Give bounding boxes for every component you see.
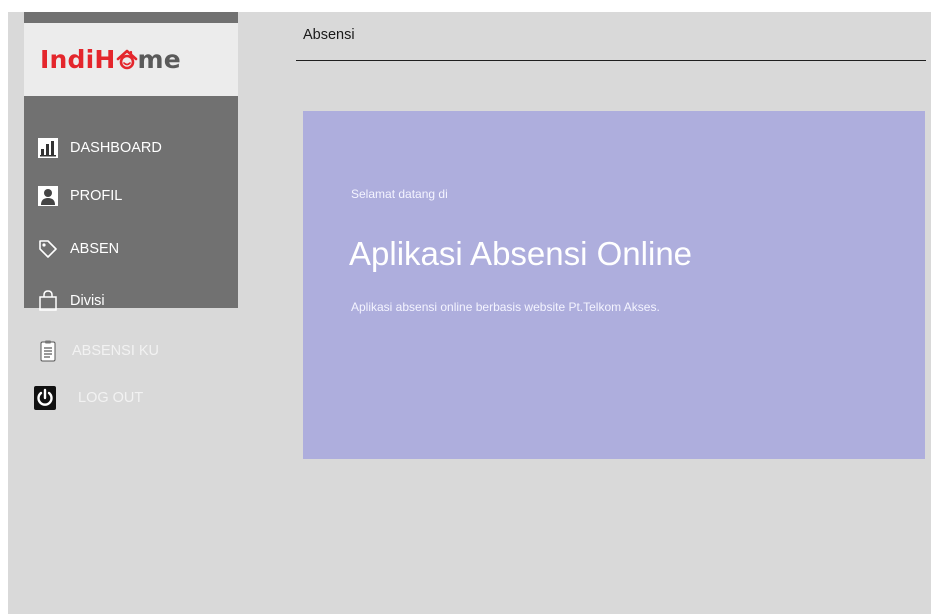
welcome-title: Aplikasi Absensi Online bbox=[349, 235, 693, 272]
user-icon bbox=[38, 186, 58, 206]
sidebar-item-profil[interactable]: PROFIL bbox=[38, 184, 122, 208]
sidebar-item-logout[interactable]: LOG OUT bbox=[34, 386, 143, 410]
logo-container[interactable]: IndiH me bbox=[24, 23, 238, 96]
shopping-bag-icon bbox=[38, 290, 58, 311]
clipboard-icon bbox=[38, 340, 58, 362]
sidebar-item-divisi[interactable]: Divisi bbox=[38, 289, 105, 313]
power-icon bbox=[34, 386, 56, 410]
page-title: Absensi bbox=[303, 27, 355, 43]
tag-icon bbox=[38, 239, 58, 259]
sidebar-item-absen[interactable]: ABSEN bbox=[38, 237, 119, 261]
bar-chart-icon bbox=[38, 138, 58, 158]
sidebar-item-label: DASHBOARD bbox=[70, 140, 162, 156]
sidebar-item-label: PROFIL bbox=[70, 188, 123, 204]
sidebar-item-label: ABSENSI KU bbox=[72, 343, 160, 359]
sidebar-item-label: ABSEN bbox=[70, 241, 120, 257]
welcome-banner: Selamat datang di Aplikasi Absensi Onlin… bbox=[303, 111, 925, 459]
sidebar-item-label: LOG OUT bbox=[78, 390, 144, 406]
indihome-logo: IndiH me bbox=[40, 45, 181, 74]
welcome-greeting: Selamat datang di bbox=[351, 187, 448, 201]
sidebar-item-dashboard[interactable]: DASHBOARD bbox=[38, 136, 162, 160]
welcome-subtitle: Aplikasi absensi online berbasis website… bbox=[351, 300, 660, 314]
logo-text-me: me bbox=[137, 45, 181, 74]
header-divider bbox=[296, 60, 926, 61]
logo-text-indi: Indi bbox=[40, 45, 95, 74]
sidebar-item-absensi-ku[interactable]: ABSENSI KU bbox=[38, 339, 159, 363]
sidebar-item-label: Divisi bbox=[70, 293, 105, 309]
logo-text-h: H bbox=[94, 45, 116, 74]
house-icon bbox=[116, 47, 138, 70]
